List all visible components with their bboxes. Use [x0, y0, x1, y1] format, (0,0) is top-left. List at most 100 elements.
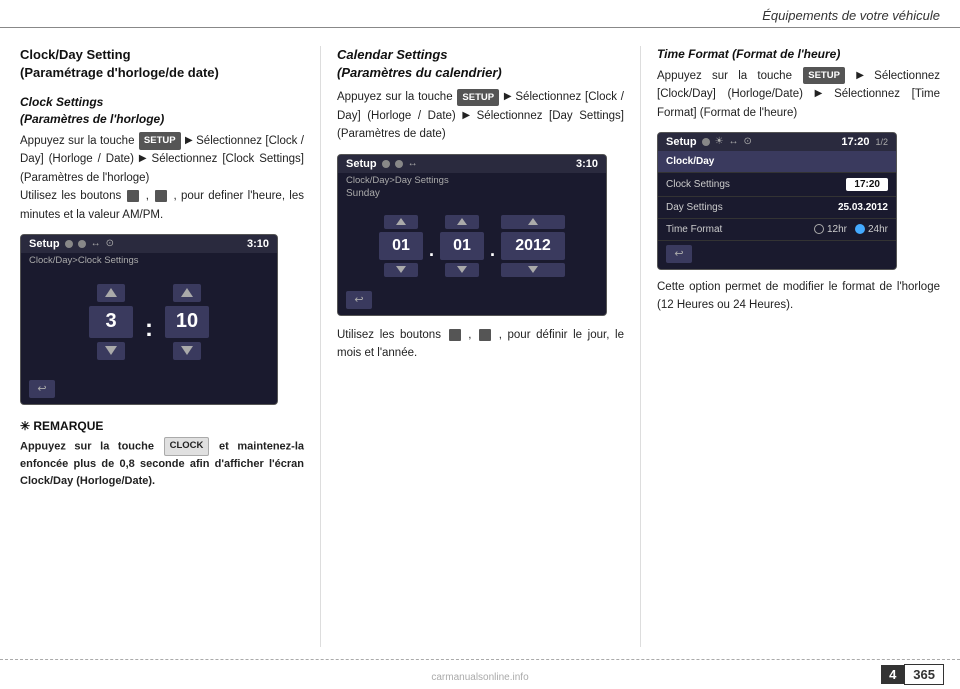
year-up-btn[interactable] [501, 215, 565, 229]
col-mid: Calendar Settings (Paramètres du calendr… [320, 46, 640, 647]
minutes-value: 10 [165, 306, 209, 338]
date-input-year: 2012 [501, 215, 565, 277]
screen-title-left: Setup [29, 238, 60, 250]
row-clock-day: Clock/Day [658, 151, 896, 173]
screen-footer: ↩ [21, 376, 277, 404]
row-time-format: Time Format 12hr 24hr [658, 219, 896, 241]
date-sep-1: . [429, 240, 434, 261]
back-button[interactable]: ↩ [29, 380, 55, 398]
remarque-heading: ✳ REMARQUE [20, 419, 304, 433]
cal-screen-footer: ↩ [338, 287, 606, 315]
screen-body: 3 : 10 [21, 268, 277, 376]
minutes-down-btn[interactable] [173, 342, 201, 360]
r-icon-1 [702, 138, 710, 146]
setup-badge-mid: SETUP [457, 89, 499, 106]
row-value-3: 25.03.2012 [838, 202, 888, 213]
setup-badge-1: SETUP [139, 132, 181, 149]
year-down-btn[interactable] [501, 263, 565, 277]
right-screen-title: Setup [666, 136, 697, 148]
d1-up-btn[interactable] [384, 215, 418, 229]
cal-heading: Calendar Settings (Paramètres du calendr… [337, 46, 624, 82]
year-value: 2012 [501, 232, 565, 260]
screen-icon-2 [78, 240, 86, 248]
cal-screen-subtitle: Clock/Day>Day Settings [338, 173, 606, 188]
right-screen-page: 1/2 [875, 137, 888, 147]
date-input-d1: 01 [379, 215, 423, 277]
row-label-1: Clock/Day [666, 156, 714, 167]
clock-settings-body: Appuyez sur la touche SETUP ▶ Sélectionn… [20, 132, 304, 224]
d1-down-btn[interactable] [384, 263, 418, 277]
d2-down-icon [457, 266, 467, 273]
screen-clock: 3:10 [247, 238, 269, 250]
down-arrow-icon [105, 346, 117, 355]
page-title: Équipements de votre véhicule [762, 8, 940, 23]
cal-body: Appuyez sur la touche SETUP ▶ Sélectionn… [337, 88, 624, 143]
row-day-settings: Day Settings 25.03.2012 [658, 197, 896, 219]
col-left: Clock/Day Setting (Paramétrage d'horloge… [20, 46, 320, 647]
page-header: Équipements de votre véhicule [0, 0, 960, 28]
clock-screen-mockup: Setup ↔ ⊙ 3:10 Clock/Day>Clock Settings … [20, 234, 278, 405]
back-icon: ↩ [37, 382, 46, 395]
r-icon-4: ⊙ [744, 136, 752, 147]
hours-down-btn[interactable] [97, 342, 125, 360]
page-num-right: 365 [904, 664, 944, 685]
r-icon-3: ↔ [729, 136, 739, 147]
time-format-heading: Time Format (Format de l'heure) [657, 46, 940, 63]
cal-icon-2 [395, 160, 403, 168]
cal-screen-mockup: Setup ↔ 3:10 Clock/Day>Day Settings Sund… [337, 154, 607, 316]
radio-group: 12hr 24hr [814, 224, 888, 235]
radio-12hr: 12hr [814, 224, 847, 235]
setup-badge-right: SETUP [803, 67, 845, 84]
arrow-icon-r1: ▶ [856, 68, 864, 84]
d2-up-btn[interactable] [445, 215, 479, 229]
time-format-body: Appuyez sur la touche SETUP ▶ Sélectionn… [657, 67, 940, 122]
year-up-icon [528, 218, 538, 225]
row-label-4: Time Format [666, 224, 722, 235]
date-input-d2: 01 [440, 215, 484, 277]
d2-up-icon [457, 218, 467, 225]
row-label-2: Clock Settings [666, 179, 730, 190]
cal-icon-1 [382, 160, 390, 168]
cal-body2: Utilisez les boutons , , pour définir le… [337, 326, 624, 363]
year-down-icon [528, 266, 538, 273]
cal-screen-time: 3:10 [576, 158, 598, 170]
date-sep-2: . [490, 240, 495, 261]
right-screen-header: Setup ☀ ↔ ⊙ 17:20 1/2 [658, 133, 896, 151]
minutes-up-btn[interactable] [173, 284, 201, 302]
screen-icon-3: ↔ [91, 238, 101, 249]
cal-screen-header: Setup ↔ 3:10 [338, 155, 606, 173]
arrow-icon-mid1: ▶ [504, 89, 512, 105]
right-screen-mockup: Setup ☀ ↔ ⊙ 17:20 1/2 Clock/Day Clock Se… [657, 132, 897, 270]
screen-icon-1 [65, 240, 73, 248]
page-number: 4 365 [881, 664, 944, 685]
d1-value: 01 [379, 232, 423, 260]
d1-up-icon [396, 218, 406, 225]
day-label: Sunday [338, 188, 606, 205]
cal-back-icon: ↩ [354, 293, 363, 306]
cal-back-button[interactable]: ↩ [346, 291, 372, 309]
arrow-icon-r2: ▶ [815, 86, 823, 102]
right-back-button[interactable]: ↩ [666, 245, 692, 263]
page-num-left: 4 [881, 665, 904, 684]
hours-value: 3 [89, 306, 133, 338]
hours-up-btn[interactable] [97, 284, 125, 302]
radio-dot-12 [814, 224, 824, 234]
d2-down-btn[interactable] [445, 263, 479, 277]
d2-value: 01 [440, 232, 484, 260]
up-arrow-icon [105, 288, 117, 297]
main-content: Clock/Day Setting (Paramétrage d'horloge… [0, 28, 960, 657]
radio-24hr: 24hr [855, 224, 888, 235]
time-input-minutes: 10 [165, 284, 209, 360]
d1-down-icon [396, 266, 406, 273]
row-value-2: 17:20 [846, 178, 888, 191]
r-icon-2: ☀ [715, 136, 724, 147]
right-screen-table: Clock/Day Clock Settings 17:20 Day Setti… [658, 151, 896, 241]
right-back-icon: ↩ [674, 247, 683, 260]
row-clock-settings: Clock Settings 17:20 [658, 173, 896, 197]
up-arrow-icon-2 [181, 288, 193, 297]
time-format-desc: Cette option permet de modifier le forma… [657, 278, 940, 315]
screen-header: Setup ↔ ⊙ 3:10 [21, 235, 277, 253]
cal-icon-3: ↔ [408, 158, 418, 169]
remarque-section: ✳ REMARQUE Appuyez sur la touche CLOCK e… [20, 419, 304, 490]
sub-heading-clock: Clock Settings (Paramètres de l'horloge) [20, 94, 304, 128]
